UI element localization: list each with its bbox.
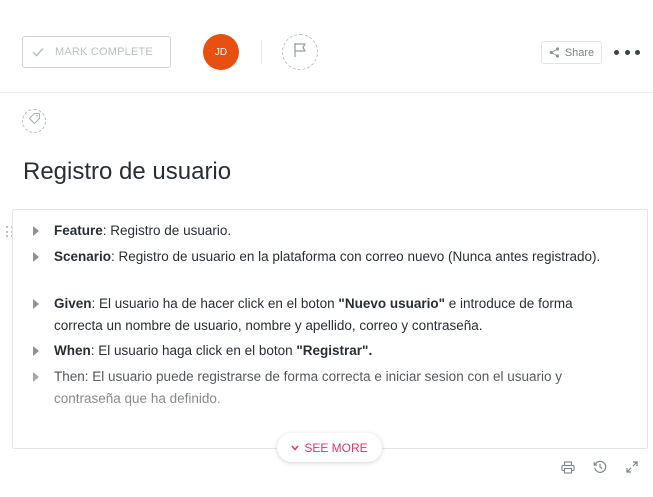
list-item-text: Then: El usuario puede registrarse de fo… xyxy=(54,369,563,406)
check-icon xyxy=(32,45,46,59)
list-item-text: Scenario: Registro de usuario en la plat… xyxy=(54,249,601,264)
caret-right-icon[interactable] xyxy=(33,226,39,236)
see-more-button[interactable]: SEE MORE xyxy=(277,433,382,462)
history-icon[interactable] xyxy=(592,459,608,475)
caret-right-icon[interactable] xyxy=(33,299,39,309)
chevron-down-icon xyxy=(291,445,299,451)
list-item-text: Feature: Registro de usuario. xyxy=(54,223,232,238)
see-more-label: SEE MORE xyxy=(304,440,368,455)
caret-right-icon[interactable] xyxy=(33,346,39,356)
add-tag-button[interactable] xyxy=(22,109,46,133)
assignee-avatar[interactable]: JD xyxy=(203,34,239,70)
caret-right-icon[interactable] xyxy=(33,372,39,382)
mark-complete-button[interactable]: MARK COMPLETE xyxy=(22,36,171,68)
flag-icon xyxy=(293,42,307,63)
expand-icon[interactable] xyxy=(624,459,640,475)
share-button[interactable]: Share xyxy=(541,41,602,64)
assignee-initials: JD xyxy=(214,46,228,58)
priority-flag-button[interactable] xyxy=(282,34,318,70)
toolbar-divider xyxy=(261,40,262,64)
tag-icon xyxy=(28,112,41,130)
list-item-text: When: El usuario haga click en el boton … xyxy=(54,343,373,358)
print-icon[interactable] xyxy=(560,459,576,475)
share-label: Share xyxy=(564,46,595,59)
caret-right-icon[interactable] xyxy=(33,252,39,262)
task-description-editor[interactable]: Feature: Registro de usuario. Scenario: … xyxy=(12,209,648,449)
share-icon xyxy=(549,47,560,58)
task-title[interactable]: Registro de usuario xyxy=(23,158,231,186)
more-icon[interactable] xyxy=(614,43,640,61)
mark-complete-label: MARK COMPLETE xyxy=(55,46,153,58)
list-item-text: Given: El usuario ha de hacer click en e… xyxy=(54,296,573,333)
task-toolbar: MARK COMPLETE JD Share xyxy=(0,0,653,93)
